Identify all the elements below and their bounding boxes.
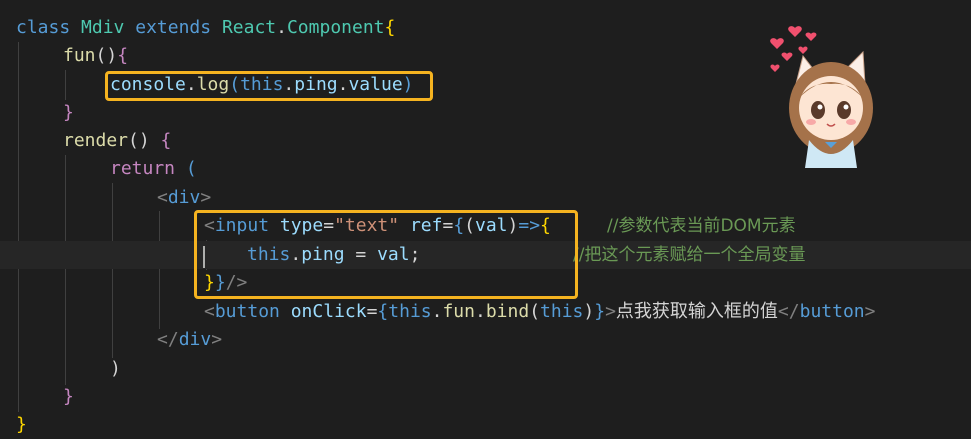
code-line: render() {: [63, 127, 171, 155]
dot: .: [431, 301, 443, 322]
paren: (: [529, 301, 541, 322]
tag-name: button: [799, 301, 865, 322]
tag-bracket: >: [605, 301, 616, 322]
code-line: </div>: [157, 326, 222, 354]
dot: .: [474, 301, 486, 322]
tag-bracket: </: [777, 301, 800, 322]
class-name: Mdiv: [81, 17, 125, 38]
paren: ): [583, 301, 595, 322]
equals: =: [366, 301, 378, 322]
tag-bracket: </: [157, 329, 179, 350]
indent-guide: [159, 211, 160, 329]
code-line: ): [110, 355, 121, 383]
indent-guide: [65, 70, 66, 100]
tag-bracket: >: [864, 301, 876, 322]
keyword-extends: extends: [135, 17, 212, 38]
cartoon-girl-sticker: [770, 26, 873, 168]
paren: (: [175, 158, 197, 179]
tag-name: div: [178, 329, 212, 350]
code-line: fun(){: [63, 42, 128, 70]
highlight-box-ref-callback: [194, 210, 578, 299]
indent-guide: [65, 155, 66, 385]
brace: }: [63, 102, 74, 123]
base-object: React: [221, 17, 277, 38]
tag-bracket: <: [157, 187, 168, 208]
code-line: }: [16, 411, 27, 439]
paren: ): [110, 358, 121, 379]
this-keyword: this: [540, 301, 584, 322]
brace: {: [384, 17, 396, 38]
brace: {: [149, 130, 172, 151]
code-line: }: [63, 99, 74, 127]
parens: (): [95, 45, 118, 66]
code-line: class Mdiv extends React.Component{: [16, 14, 395, 42]
code-line: <div>: [157, 184, 211, 212]
this-keyword: this: [388, 301, 432, 322]
tag-name: button: [214, 301, 280, 322]
keyword-class: class: [16, 17, 71, 38]
code-line: return (: [110, 155, 197, 183]
tag-bracket: >: [200, 187, 212, 208]
attr-name: onClick: [290, 301, 367, 322]
parens: (): [128, 130, 150, 151]
brace: {: [117, 45, 129, 66]
highlight-box-console-log: [105, 71, 433, 101]
indent-guide: [18, 42, 19, 412]
bind-method: bind: [485, 301, 530, 322]
button-text: 点我获取输入框的值: [615, 301, 778, 322]
jsx-brace: {: [377, 301, 389, 322]
brace: }: [63, 386, 74, 407]
brace: }: [16, 414, 27, 435]
comment: //参数代表当前DOM元素: [607, 216, 796, 236]
tag-bracket: <: [204, 301, 215, 322]
comment: //把这个元素赋给一个全局变量: [573, 245, 806, 265]
tag-name: div: [167, 187, 201, 208]
dot: .: [276, 17, 287, 38]
indent-guide: [112, 183, 113, 358]
keyword-return: return: [110, 158, 176, 179]
method-name: fun: [63, 45, 96, 66]
method-name: fun: [442, 301, 475, 322]
code-line: }: [63, 383, 74, 411]
code-line: <button onClick={this.fun.bind(this)}>点我…: [204, 298, 875, 326]
jsx-brace: }: [594, 301, 606, 322]
method-name: render: [63, 130, 129, 151]
tag-bracket: >: [211, 329, 223, 350]
base-class: Component: [286, 17, 385, 38]
